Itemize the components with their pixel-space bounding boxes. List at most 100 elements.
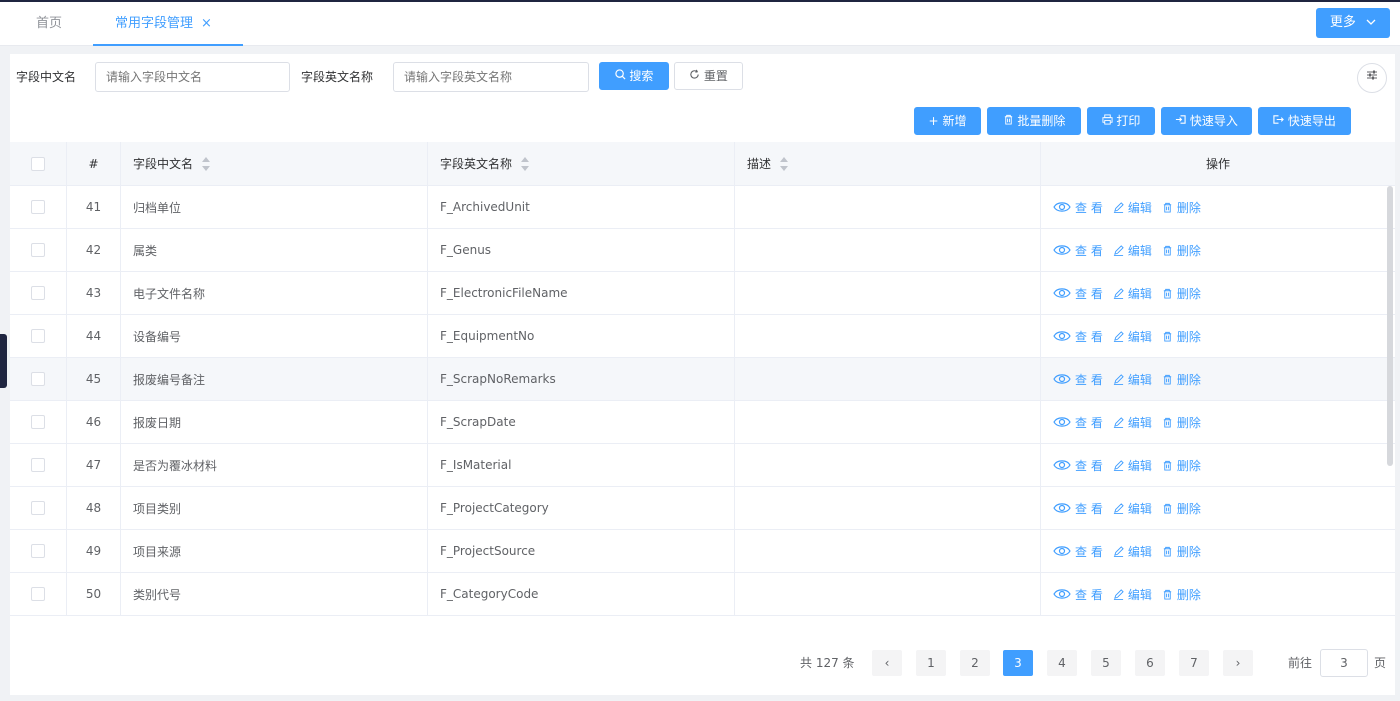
edit-label: 编辑 — [1127, 501, 1152, 516]
page-7[interactable]: 7 — [1179, 650, 1209, 676]
trash-icon — [1163, 288, 1172, 299]
edit-button[interactable]: 编辑 — [1113, 586, 1152, 603]
delete-button[interactable]: 删除 — [1162, 371, 1201, 388]
delete-button[interactable]: 删除 — [1162, 242, 1201, 259]
delete-button[interactable]: 删除 — [1162, 500, 1201, 517]
batch-delete-label: 批量删除 — [1017, 114, 1066, 128]
row-en-name: F_ScrapDate — [428, 401, 735, 443]
page-3[interactable]: 3 — [1003, 650, 1033, 676]
import-icon — [1175, 114, 1186, 128]
row-checkbox[interactable] — [31, 372, 45, 386]
search-form: 字段中文名 字段英文名称 搜索 重置 — [10, 62, 1395, 93]
column-settings-button[interactable] — [1357, 63, 1387, 93]
view-button[interactable]: 查 看 — [1053, 285, 1103, 302]
row-checkbox[interactable] — [31, 587, 45, 601]
edit-button[interactable]: 编辑 — [1113, 285, 1152, 302]
export-icon — [1273, 114, 1284, 128]
row-checkbox[interactable] — [31, 544, 45, 558]
batch-delete-button[interactable]: 批量删除 — [987, 107, 1081, 135]
close-icon[interactable]: × — [201, 16, 212, 31]
table-row: 44 设备编号 F_EquipmentNo 查 看 编辑 删除 — [10, 315, 1395, 358]
quick-import-button[interactable]: 快速导入 — [1161, 107, 1252, 135]
view-button[interactable]: 查 看 — [1053, 371, 1103, 388]
row-description — [735, 530, 1041, 572]
edit-button[interactable]: 编辑 — [1113, 414, 1152, 431]
view-button[interactable]: 查 看 — [1053, 414, 1103, 431]
page-5[interactable]: 5 — [1091, 650, 1121, 676]
edit-button[interactable]: 编辑 — [1113, 371, 1152, 388]
row-en-name: F_CategoryCode — [428, 573, 735, 615]
edit-button[interactable]: 编辑 — [1113, 543, 1152, 560]
page-4[interactable]: 4 — [1047, 650, 1077, 676]
row-checkbox[interactable] — [31, 415, 45, 429]
table-row: 50 类别代号 F_CategoryCode 查 看 编辑 删除 — [10, 573, 1395, 616]
header-cn-name[interactable]: 字段中文名 — [121, 142, 428, 185]
row-en-name: F_ArchivedUnit — [428, 186, 735, 228]
view-button[interactable]: 查 看 — [1053, 199, 1103, 216]
cn-name-input[interactable] — [95, 62, 290, 92]
header-description[interactable]: 描述 — [735, 142, 1041, 185]
row-checkbox[interactable] — [31, 200, 45, 214]
table-row: 48 项目类别 F_ProjectCategory 查 看 编辑 删除 — [10, 487, 1395, 530]
eye-icon — [1053, 202, 1071, 212]
search-button[interactable]: 搜索 — [599, 62, 669, 90]
page-1[interactable]: 1 — [916, 650, 946, 676]
edit-button[interactable]: 编辑 — [1113, 328, 1152, 345]
tab-field-management[interactable]: 常用字段管理 × — [93, 2, 243, 46]
prev-page-button[interactable]: ‹ — [872, 650, 902, 676]
add-button[interactable]: + 新增 — [914, 107, 981, 135]
more-button[interactable]: 更多 — [1316, 8, 1390, 38]
tab-home[interactable]: 首页 — [36, 2, 62, 46]
edit-button[interactable]: 编辑 — [1113, 457, 1152, 474]
row-checkbox[interactable] — [31, 458, 45, 472]
view-button[interactable]: 查 看 — [1053, 242, 1103, 259]
page-2[interactable]: 2 — [960, 650, 990, 676]
delete-button[interactable]: 删除 — [1162, 457, 1201, 474]
sort-icon[interactable] — [779, 156, 789, 171]
row-operations: 查 看 编辑 删除 — [1041, 186, 1395, 228]
row-checkbox-cell — [10, 272, 67, 314]
delete-label: 删除 — [1176, 200, 1201, 215]
delete-button[interactable]: 删除 — [1162, 414, 1201, 431]
edit-icon — [1113, 201, 1124, 213]
row-index: 48 — [67, 487, 121, 529]
view-button[interactable]: 查 看 — [1053, 500, 1103, 517]
tab-bar: 首页 常用字段管理 × 更多 — [0, 0, 1400, 46]
delete-button[interactable]: 删除 — [1162, 199, 1201, 216]
row-index: 49 — [67, 530, 121, 572]
sort-icon[interactable] — [520, 156, 530, 171]
sort-icon[interactable] — [201, 156, 211, 171]
row-checkbox[interactable] — [31, 329, 45, 343]
row-checkbox[interactable] — [31, 501, 45, 515]
reset-button[interactable]: 重置 — [674, 62, 743, 90]
print-button[interactable]: 打印 — [1087, 107, 1155, 135]
en-name-input[interactable] — [393, 62, 589, 92]
view-button[interactable]: 查 看 — [1053, 328, 1103, 345]
delete-button[interactable]: 删除 — [1162, 285, 1201, 302]
page-6[interactable]: 6 — [1135, 650, 1165, 676]
edit-icon — [1113, 330, 1124, 342]
next-page-button[interactable]: › — [1223, 650, 1253, 676]
edit-label: 编辑 — [1127, 329, 1152, 344]
quick-export-button[interactable]: 快速导出 — [1258, 107, 1351, 135]
goto-page-input[interactable]: 3 — [1320, 649, 1368, 677]
row-description — [735, 444, 1041, 486]
side-drag-handle[interactable] — [0, 334, 7, 388]
edit-button[interactable]: 编辑 — [1113, 500, 1152, 517]
edit-button[interactable]: 编辑 — [1113, 242, 1152, 259]
table-row: 43 电子文件名称 F_ElectronicFileName 查 看 编辑 删除 — [10, 272, 1395, 315]
row-checkbox[interactable] — [31, 243, 45, 257]
row-checkbox[interactable] — [31, 286, 45, 300]
view-button[interactable]: 查 看 — [1053, 586, 1103, 603]
delete-button[interactable]: 删除 — [1162, 586, 1201, 603]
view-button[interactable]: 查 看 — [1053, 543, 1103, 560]
table-scrollbar[interactable] — [1387, 186, 1393, 466]
edit-button[interactable]: 编辑 — [1113, 199, 1152, 216]
select-all-checkbox[interactable] — [31, 156, 45, 171]
view-button[interactable]: 查 看 — [1053, 457, 1103, 474]
delete-label: 删除 — [1176, 243, 1201, 258]
delete-button[interactable]: 删除 — [1162, 543, 1201, 560]
header-en-name[interactable]: 字段英文名称 — [428, 142, 735, 185]
delete-button[interactable]: 删除 — [1162, 328, 1201, 345]
printer-icon — [1102, 114, 1113, 128]
